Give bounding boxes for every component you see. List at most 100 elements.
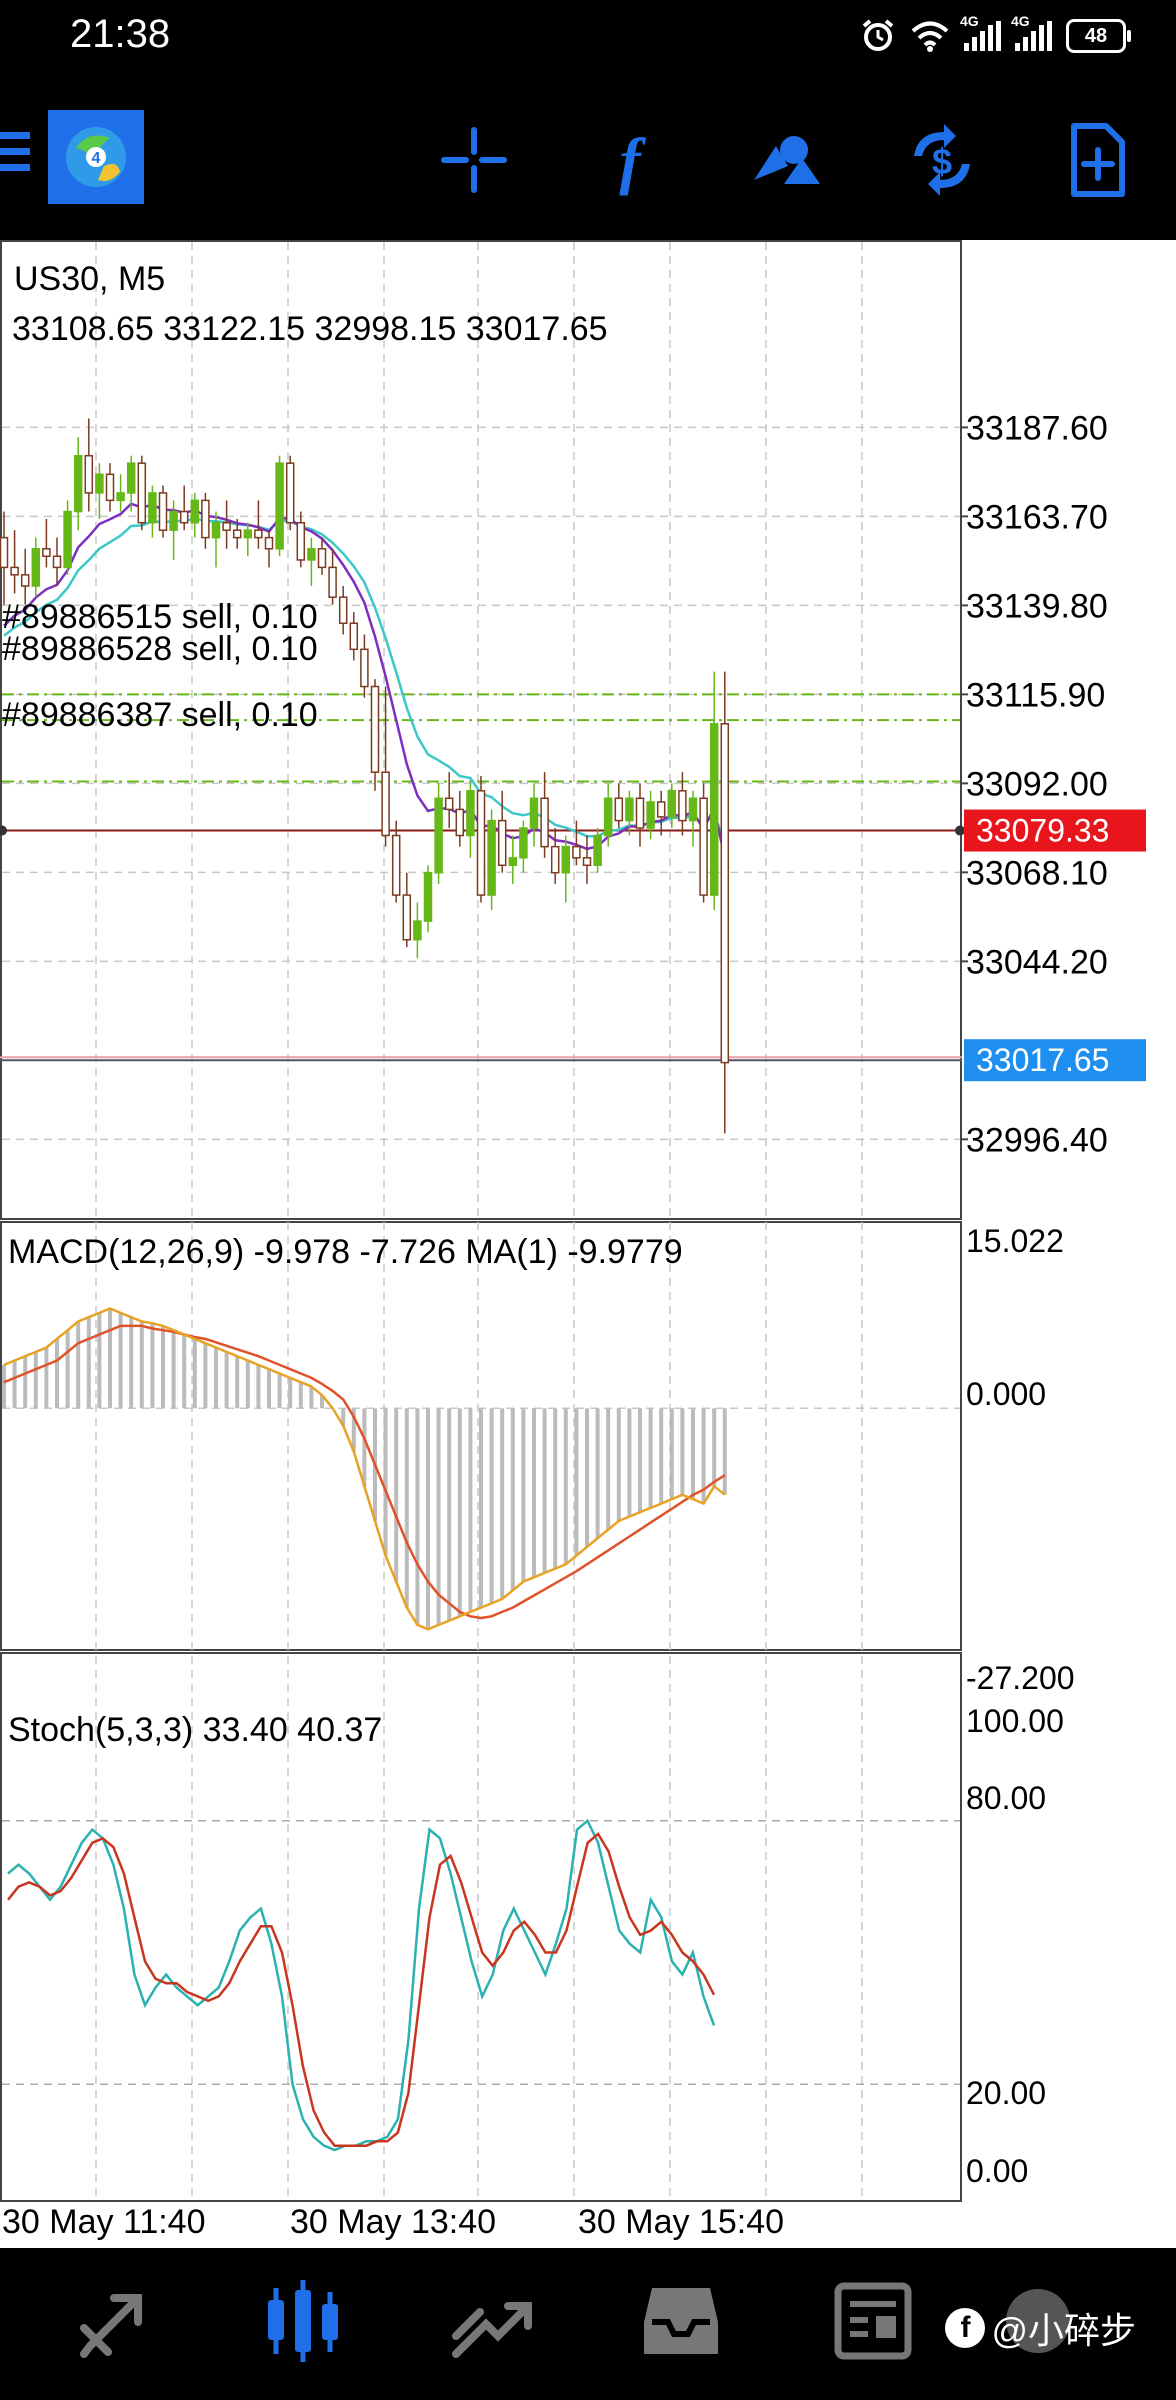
- chart-area[interactable]: 33187.60 33163.70 33139.80 33115.90 33092.00…: [0, 240, 1176, 2248]
- candle-body: [307, 548, 316, 561]
- chart-canvas[interactable]: 33187.60 33163.70 33139.80 33115.90 33092.00…: [0, 240, 1176, 2248]
- menu-icon[interactable]: [0, 132, 30, 180]
- order-label: #89886528 sell, 0.10: [2, 630, 318, 668]
- candle-body: [73, 454, 83, 513]
- candle-body: [158, 492, 168, 531]
- candle-body: [497, 819, 507, 867]
- candle-body: [328, 566, 337, 598]
- candle-body: [582, 857, 592, 867]
- price-tick-label: 33092.00: [966, 765, 1108, 803]
- candle-body: [455, 808, 465, 837]
- stoch-tick: 0.00: [966, 2153, 1028, 2189]
- app-logo[interactable]: 4: [48, 110, 144, 204]
- candle-body: [264, 536, 274, 550]
- time-label: 30 May 11:40: [2, 2203, 206, 2241]
- price-tick-label: 32996.40: [966, 1121, 1108, 1159]
- nav-trade[interactable]: [446, 2276, 536, 2366]
- objects-button[interactable]: [744, 118, 828, 202]
- crosshair-button[interactable]: [432, 118, 516, 202]
- wifi-icon: [911, 21, 949, 52]
- candle-body: [391, 834, 401, 896]
- stoch-tick: 100.00: [966, 1703, 1064, 1739]
- last-price-tag: 33017.65: [964, 1039, 1146, 1082]
- candle-body: [550, 845, 560, 874]
- trade-button[interactable]: $: [900, 118, 984, 202]
- price-tick-label: 33139.80: [966, 587, 1108, 625]
- svg-text:f: f: [619, 125, 646, 196]
- candle-body: [232, 529, 242, 539]
- candle-body: [254, 529, 263, 539]
- trade-nav-icon: [452, 2302, 532, 2358]
- candle-body: [285, 462, 295, 524]
- signal-icon: 4G: [960, 13, 1001, 51]
- candle-body: [678, 790, 687, 822]
- price-tick-label: 33044.20: [966, 943, 1108, 981]
- status-icons: 4G 4G 48: [860, 13, 1131, 56]
- candle-body: [243, 529, 253, 539]
- nav-charts[interactable]: [258, 2276, 348, 2366]
- battery-icon: 48: [1066, 19, 1131, 53]
- candle-body: [529, 797, 539, 829]
- symbol-timeframe: US30, M5: [14, 260, 165, 298]
- nav-quotes[interactable]: [72, 2276, 162, 2366]
- time-label: 30 May 13:40: [290, 2203, 496, 2241]
- indicators-icon: f: [619, 125, 646, 196]
- candle-body: [699, 797, 708, 896]
- candle-body: [84, 454, 94, 494]
- candle-body: [169, 510, 178, 531]
- candle-body: [603, 797, 613, 837]
- quotes-icon: [80, 2294, 142, 2358]
- network-type-2: 4G: [1011, 13, 1030, 29]
- candle-body: [688, 797, 698, 822]
- macd-tick: 15.022: [966, 1223, 1064, 1259]
- candle-body: [296, 521, 306, 561]
- price-tick-label: 33068.10: [966, 854, 1108, 892]
- candle-body: [656, 801, 666, 818]
- candle-body: [10, 566, 19, 576]
- candle-body: [338, 596, 348, 625]
- new-order-button[interactable]: [1056, 118, 1140, 202]
- stoch-tick: 20.00: [966, 2075, 1046, 2111]
- candle-body: [709, 723, 719, 896]
- candle-body: [63, 510, 72, 569]
- watermark: f @小碎步: [945, 2302, 1136, 2354]
- new-order-icon: [1071, 123, 1125, 197]
- candle-body: [52, 555, 62, 569]
- candle-body: [31, 548, 41, 587]
- macd-tick: -27.200: [966, 1660, 1075, 1696]
- indicators-button[interactable]: f: [588, 118, 672, 202]
- candle-body: [593, 834, 602, 867]
- candle-body: [116, 492, 125, 502]
- candle-body: [444, 797, 454, 811]
- candle-body: [646, 801, 655, 829]
- signal-icon-2: 4G: [1011, 13, 1052, 51]
- candle-body: [625, 797, 634, 822]
- candle-body: [42, 548, 51, 557]
- macd-label: MACD(12,26,9) -9.978 -7.726 MA(1) -9.977…: [8, 1233, 683, 1271]
- status-bar: 21:38 4G 4G 48: [0, 0, 1176, 78]
- svg-text:$: $: [932, 141, 952, 182]
- candle-body: [275, 462, 284, 550]
- watermark-logo: f: [945, 2308, 986, 2348]
- bid-price: 33079.33: [976, 813, 1109, 849]
- macd-tick: 0.000: [966, 1376, 1046, 1412]
- charts-icon: [268, 2280, 338, 2362]
- last-price: 33017.65: [976, 1042, 1109, 1078]
- price-tick-label: 33115.90: [966, 676, 1105, 714]
- candle-body: [466, 790, 475, 837]
- nav-news[interactable]: [828, 2276, 918, 2366]
- candle-body: [211, 521, 221, 539]
- candle-body: [561, 845, 571, 874]
- candle-body: [148, 492, 157, 524]
- candle-body: [349, 622, 359, 651]
- ohlc-values: 33108.65 33122.15 32998.15 33017.65: [12, 310, 608, 348]
- nav-history[interactable]: [636, 2276, 726, 2366]
- candle-body: [423, 871, 433, 922]
- candle-body: [635, 797, 645, 829]
- network-type: 4G: [960, 13, 979, 29]
- candle-body: [614, 797, 624, 822]
- candle-body: [540, 797, 549, 848]
- svg-text:4: 4: [92, 150, 101, 167]
- candle-body: [667, 790, 677, 818]
- price-tick-label: 33163.70: [966, 498, 1108, 536]
